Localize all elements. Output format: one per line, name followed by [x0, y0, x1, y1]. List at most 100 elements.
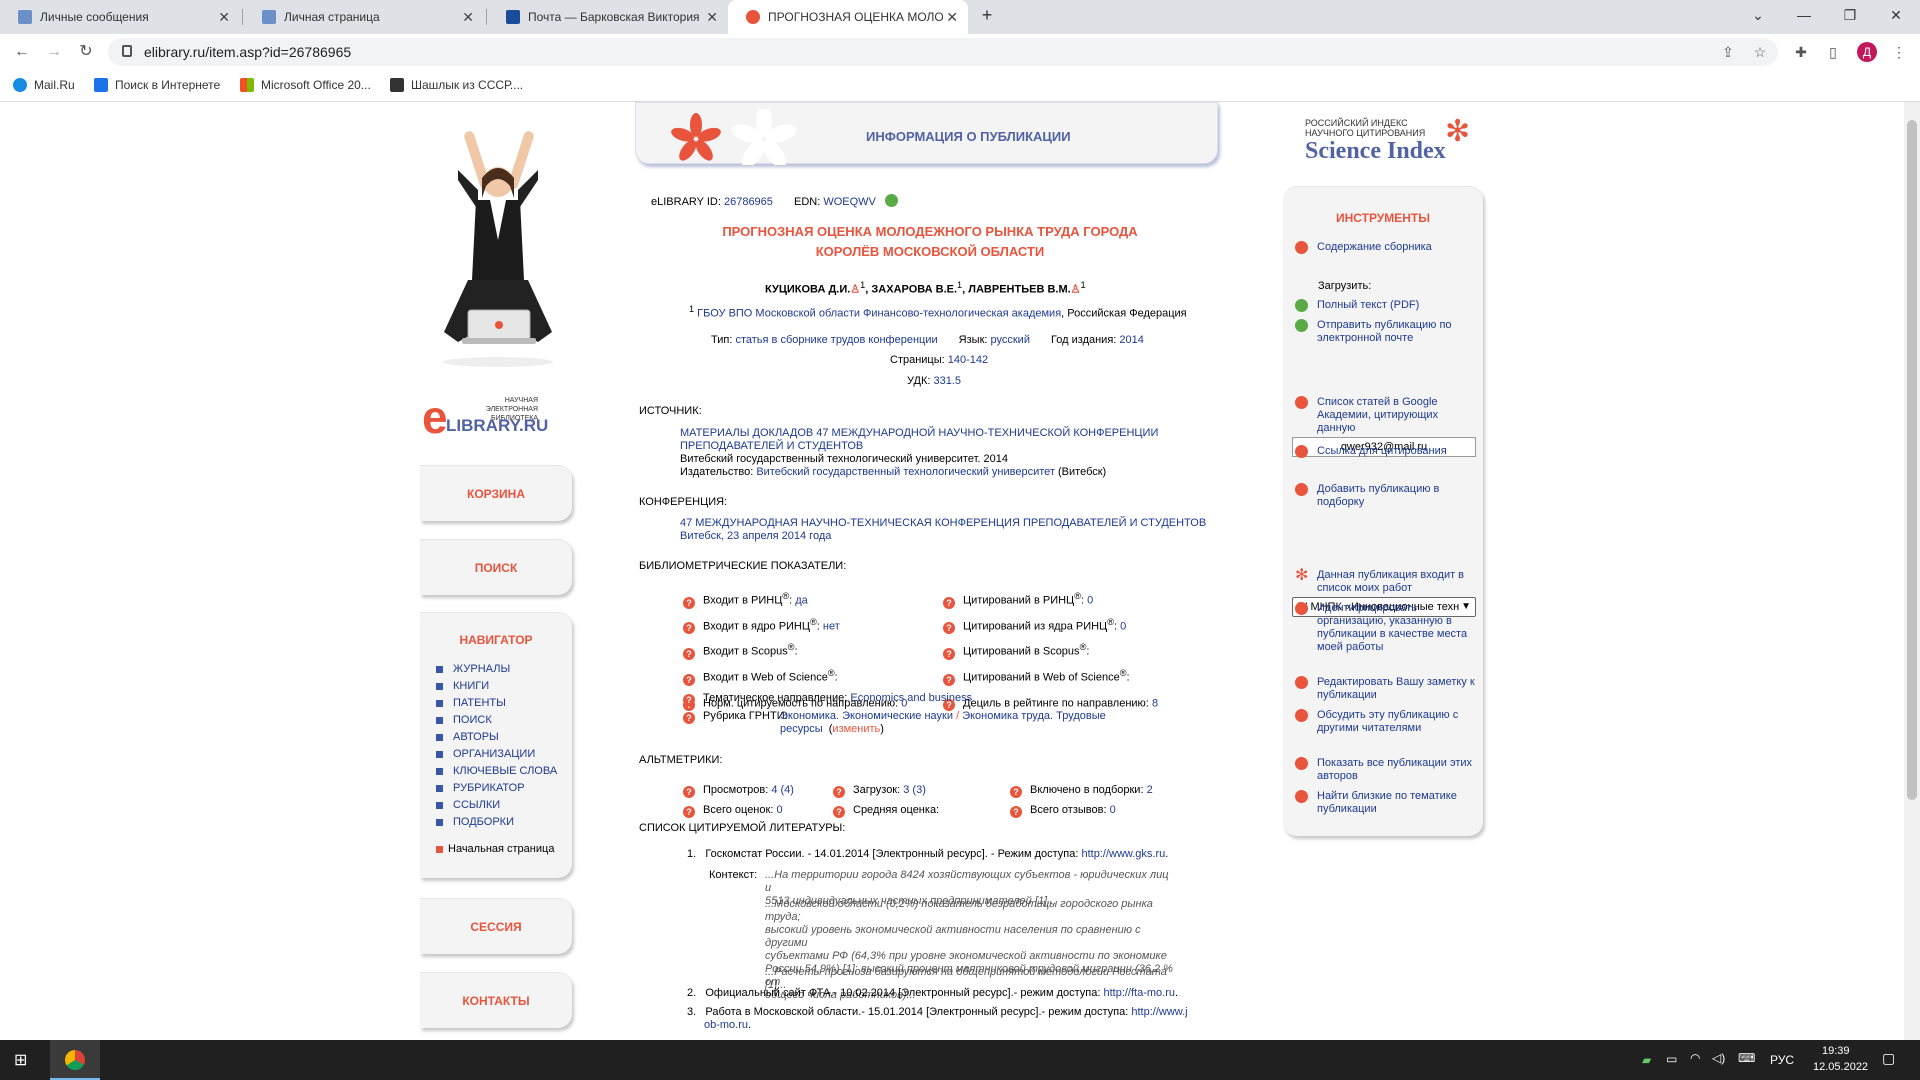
- bookmark-office[interactable]: Microsoft Office 20...: [240, 78, 371, 92]
- menu-icon[interactable]: ⋮: [1889, 42, 1909, 62]
- tab-personal-page[interactable]: Личная страница ✕: [244, 0, 484, 34]
- fulltext-pdf-link[interactable]: Полный текст (PDF): [1295, 299, 1475, 312]
- profile-avatar[interactable]: Д: [1857, 42, 1877, 62]
- contacts-button[interactable]: КОНТАКТЫ: [420, 972, 572, 1028]
- help-icon[interactable]: ?: [683, 647, 695, 660]
- close-icon[interactable]: ✕: [946, 9, 958, 26]
- edit-note-link[interactable]: Редактировать Вашу заметку к публикации: [1295, 676, 1475, 702]
- bookmark-search[interactable]: Поиск в Интернете: [94, 78, 220, 92]
- help-icon[interactable]: ?: [1010, 786, 1022, 798]
- help-icon[interactable]: ?: [943, 647, 955, 660]
- add-collection-link[interactable]: Добавить публикацию в подборку: [1295, 483, 1475, 509]
- notifications-icon[interactable]: ▢: [1882, 1050, 1895, 1067]
- help-icon[interactable]: ?: [683, 712, 695, 724]
- help-icon[interactable]: ?: [683, 694, 695, 706]
- help-icon[interactable]: ?: [943, 622, 955, 635]
- help-icon[interactable]: ?: [683, 596, 695, 609]
- wifi-icon[interactable]: ◠: [1690, 1051, 1700, 1065]
- bookmark-mailru[interactable]: Mail.Ru: [13, 78, 75, 92]
- language-indicator[interactable]: РУС: [1770, 1053, 1794, 1067]
- close-icon[interactable]: ✕: [706, 9, 718, 26]
- reload-icon[interactable]: ↻: [74, 40, 98, 64]
- nav-item-books[interactable]: КНИГИ: [436, 680, 489, 692]
- tab-publication[interactable]: ПРОГНОЗНАЯ ОЦЕНКА МОЛОД ✕: [728, 0, 968, 34]
- help-icon[interactable]: ?: [683, 622, 695, 635]
- help-icon[interactable]: ?: [833, 786, 845, 798]
- nav-item-rubricator[interactable]: РУБРИКАТОР: [436, 782, 525, 794]
- nav-item-home[interactable]: Начальная страница: [436, 843, 554, 855]
- grnti-link-1[interactable]: Экономика. Экономические науки: [780, 710, 953, 722]
- forward-icon[interactable]: →: [42, 40, 66, 64]
- bookmark-shashlyk[interactable]: Шашлык из СССР....: [390, 78, 523, 92]
- windows-start-icon[interactable]: ⊞: [14, 1050, 27, 1070]
- restore-icon[interactable]: ❐: [1827, 0, 1873, 30]
- elibrary-logo[interactable]: e НАУЧНАЯ ЭЛЕКТРОННАЯ БИБЛИОТЕКА LIBRARY…: [420, 391, 580, 443]
- help-icon[interactable]: ?: [683, 786, 695, 798]
- nav-item-journals[interactable]: ЖУРНАЛЫ: [436, 663, 510, 675]
- nav-item-organizations[interactable]: ОРГАНИЗАЦИИ: [436, 748, 535, 760]
- tab-messages[interactable]: Личные сообщения ✕: [0, 0, 240, 34]
- new-tab-button[interactable]: +: [970, 0, 1004, 30]
- extensions-icon[interactable]: ✚: [1791, 42, 1811, 62]
- nav-item-links[interactable]: ССЫЛКИ: [436, 799, 500, 811]
- help-icon[interactable]: ?: [683, 806, 695, 818]
- bookmark-star-icon[interactable]: ☆: [1750, 42, 1770, 62]
- change-link[interactable]: изменить: [832, 723, 880, 735]
- help-icon[interactable]: ?: [943, 596, 955, 609]
- identify-org-link[interactable]: Идентифицировать организацию, указанную …: [1295, 602, 1475, 654]
- session-button[interactable]: СЕССИЯ: [420, 898, 572, 954]
- gpu-icon[interactable]: ▰: [1642, 1053, 1651, 1067]
- edn-value[interactable]: WOEQWV: [823, 196, 876, 208]
- battery-icon[interactable]: ▭: [1666, 1052, 1677, 1066]
- nav-item-search[interactable]: ПОИСК: [436, 714, 492, 726]
- author-1[interactable]: КУЦИКОВА Д.И.: [765, 284, 850, 296]
- help-icon[interactable]: ?: [1010, 806, 1022, 818]
- chrome-taskbar-button[interactable]: [50, 1040, 100, 1080]
- minimize-icon[interactable]: —: [1781, 0, 1827, 30]
- author-3[interactable]: ЛАВРЕНТЬЕВ В.М.: [968, 284, 1070, 296]
- clock-date[interactable]: 12.05.2022: [1813, 1061, 1868, 1073]
- help-icon[interactable]: ?: [683, 673, 695, 686]
- google-scholar-link[interactable]: Список статей в Google Академии, цитирую…: [1295, 396, 1475, 435]
- close-icon[interactable]: ✕: [462, 9, 474, 26]
- tab-mail[interactable]: Почта — Барковская Виктория ✕: [488, 0, 728, 34]
- reference-2-link[interactable]: http://fta-mo.ru: [1103, 987, 1175, 999]
- nav-item-authors[interactable]: АВТОРЫ: [436, 731, 499, 743]
- close-icon[interactable]: ✕: [218, 9, 230, 26]
- clock-time[interactable]: 19:39: [1822, 1045, 1850, 1057]
- source-title-1[interactable]: МАТЕРИАЛЫ ДОКЛАДОВ 47 МЕЖДУНАРОДНОЙ НАУЧ…: [680, 427, 1158, 440]
- grnti-link-2[interactable]: Экономика труда. Трудовые: [962, 710, 1106, 722]
- conference-name[interactable]: 47 МЕЖДУНАРОДНАЯ НАУЧНО-ТЕХНИЧЕСКАЯ КОНФ…: [680, 517, 1206, 530]
- help-icon[interactable]: ?: [943, 673, 955, 686]
- share-icon[interactable]: ⇪: [1718, 42, 1738, 62]
- cart-button[interactable]: КОРЗИНА: [420, 465, 572, 521]
- help-icon[interactable]: ?: [833, 806, 845, 818]
- address-bar[interactable]: elibrary.ru/item.asp?id=26786965 ⇪ ☆: [108, 38, 1778, 66]
- search-button[interactable]: ПОИСК: [420, 539, 572, 595]
- volume-icon[interactable]: ◁): [1712, 1051, 1725, 1065]
- discuss-link[interactable]: Обсудить эту публикацию с другими читате…: [1295, 709, 1475, 735]
- keyboard-icon[interactable]: ⌨: [1738, 1051, 1755, 1065]
- window-close-icon[interactable]: ✕: [1873, 0, 1919, 30]
- my-works-link[interactable]: ✻ Данная публикация входит в список моих …: [1295, 568, 1475, 595]
- similar-link[interactable]: Найти близкие по тематике публикации: [1295, 790, 1475, 816]
- source-title-2[interactable]: ПРЕПОДАВАТЕЛЕЙ И СТУДЕНТОВ: [680, 440, 1158, 453]
- contents-link[interactable]: Содержание сборника: [1295, 241, 1475, 254]
- reference-3-link[interactable]: http://www.j: [1131, 1006, 1187, 1018]
- back-icon[interactable]: ←: [10, 40, 34, 64]
- nav-item-collections[interactable]: ПОДБОРКИ: [436, 816, 514, 828]
- nav-item-keywords[interactable]: КЛЮЧЕВЫЕ СЛОВА: [436, 765, 557, 777]
- tab-search-icon[interactable]: ⌄: [1735, 0, 1781, 30]
- nav-item-patents[interactable]: ПАТЕНТЫ: [436, 697, 506, 709]
- reference-1-link[interactable]: http://www.gks.ru: [1081, 848, 1165, 860]
- cite-link[interactable]: Ссылка для цитирования: [1295, 445, 1475, 458]
- affiliation-link[interactable]: ГБОУ ВПО Московской области Финансово-те…: [697, 308, 1061, 320]
- science-index-logo[interactable]: РОССИЙСКИЙ ИНДЕКС НАУЧНОГО ЦИТИРОВАНИЯ S…: [1305, 115, 1495, 168]
- show-all-link[interactable]: Показать все публикации этих авторов: [1295, 757, 1475, 783]
- send-email-link[interactable]: Отправить публикацию по электронной почт…: [1295, 319, 1475, 345]
- side-panel-icon[interactable]: ▯: [1823, 42, 1843, 62]
- author-2[interactable]: ЗАХАРОВА В.Е.: [871, 284, 957, 296]
- scrollbar-thumb[interactable]: [1907, 120, 1917, 800]
- copy-edn-icon[interactable]: [884, 194, 898, 207]
- conference-place[interactable]: Витебск, 23 апреля 2014 года: [680, 530, 1206, 543]
